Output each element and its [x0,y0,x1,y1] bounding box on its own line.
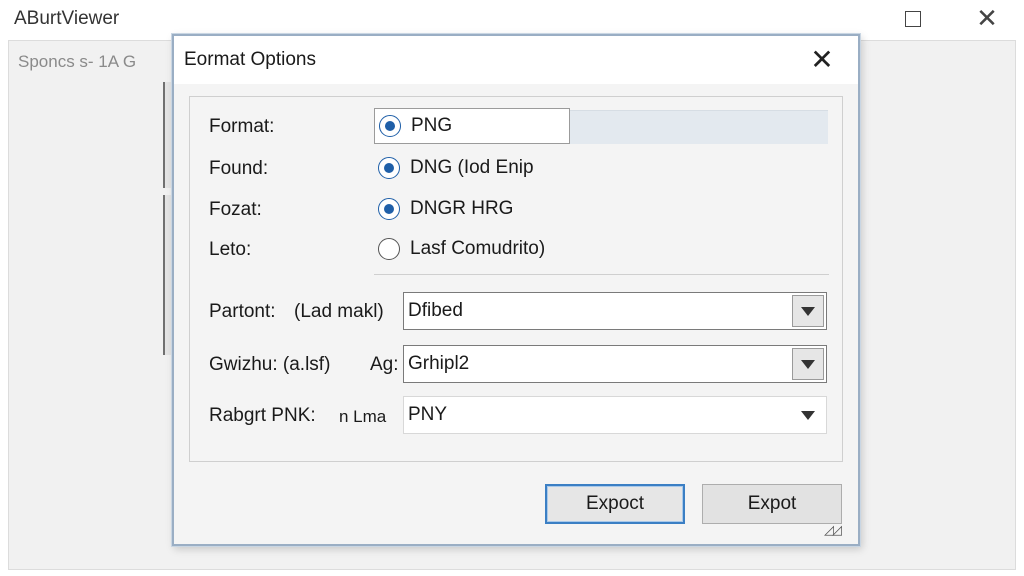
dialog-close-button[interactable]: ✕ [794,41,850,79]
found-label: Found: [209,158,269,179]
dropdown-arrow-button[interactable] [792,399,824,431]
radio-option-dng[interactable]: DNG (Iod Enip [374,153,534,183]
format-options-dialog: Eormat Options ✕ Format: PNG Found: DNG … [172,34,860,546]
dropdown-value: Grhipl2 [408,353,470,374]
resize-grip-icon[interactable]: ◿◿ [824,522,854,542]
close-icon: ✕ [976,4,998,34]
radio-option-lasf[interactable]: Lasf Comudrito) [374,234,545,264]
dropdown-arrow-button[interactable] [792,295,824,327]
radio-option-png[interactable]: PNG [375,109,569,143]
dialog-titlebar: Eormat Options ✕ [174,36,858,84]
separator [374,274,829,275]
maximize-icon [905,11,921,27]
combo-sublabel: n Lma [339,407,387,426]
combo-label: Gwizhu: (a.lsf) [209,354,331,375]
combo-sublabel: (Lad makl) [294,301,384,322]
combo-label: Rabgrt PNK: [209,405,316,426]
window-close-button[interactable]: ✕ [967,4,1007,34]
radio-option-dngr[interactable]: DNGR HRG [374,194,513,224]
chevron-down-icon [801,306,815,316]
close-icon: ✕ [810,43,834,76]
chevron-down-icon [801,410,815,420]
radio-label: Lasf Comudrito) [410,238,546,259]
leto-label: Leto: [209,239,252,260]
radio-button[interactable] [378,198,400,220]
export-primary-button[interactable]: Expoct [545,484,685,524]
fozat-label: Fozat: [209,199,262,220]
dialog-title: Eormat Options [184,49,316,70]
export-secondary-button[interactable]: Expot [702,484,842,524]
radio-label: DNG (Iod Enip [410,157,534,178]
dropdown-value: Dfibed [408,300,463,321]
radio-label: DNGR HRG [410,198,514,219]
app-title: ABurtViewer [14,8,120,29]
radio-button[interactable] [378,238,400,260]
radio-button[interactable] [378,157,400,179]
format-label: Format: [209,116,275,137]
combo-sublabel: Ag: [370,354,399,375]
png-option-field[interactable]: PNG [374,108,570,144]
png-field-extension [570,110,828,144]
dropdown-value: PNY [408,404,448,425]
partont-dropdown[interactable]: Dfibed [403,292,827,330]
maximize-button[interactable] [893,4,933,34]
dropdown-arrow-button[interactable] [792,348,824,380]
combo-label: Partont: [209,301,276,322]
chevron-down-icon [801,359,815,369]
rabgrt-dropdown[interactable]: PNY [403,396,827,434]
gwizhu-dropdown[interactable]: Grhipl2 [403,345,827,383]
radio-button[interactable] [379,115,401,137]
radio-label: PNG [411,115,453,136]
main-subtitle: Sponcs s- 1A G [18,52,137,71]
